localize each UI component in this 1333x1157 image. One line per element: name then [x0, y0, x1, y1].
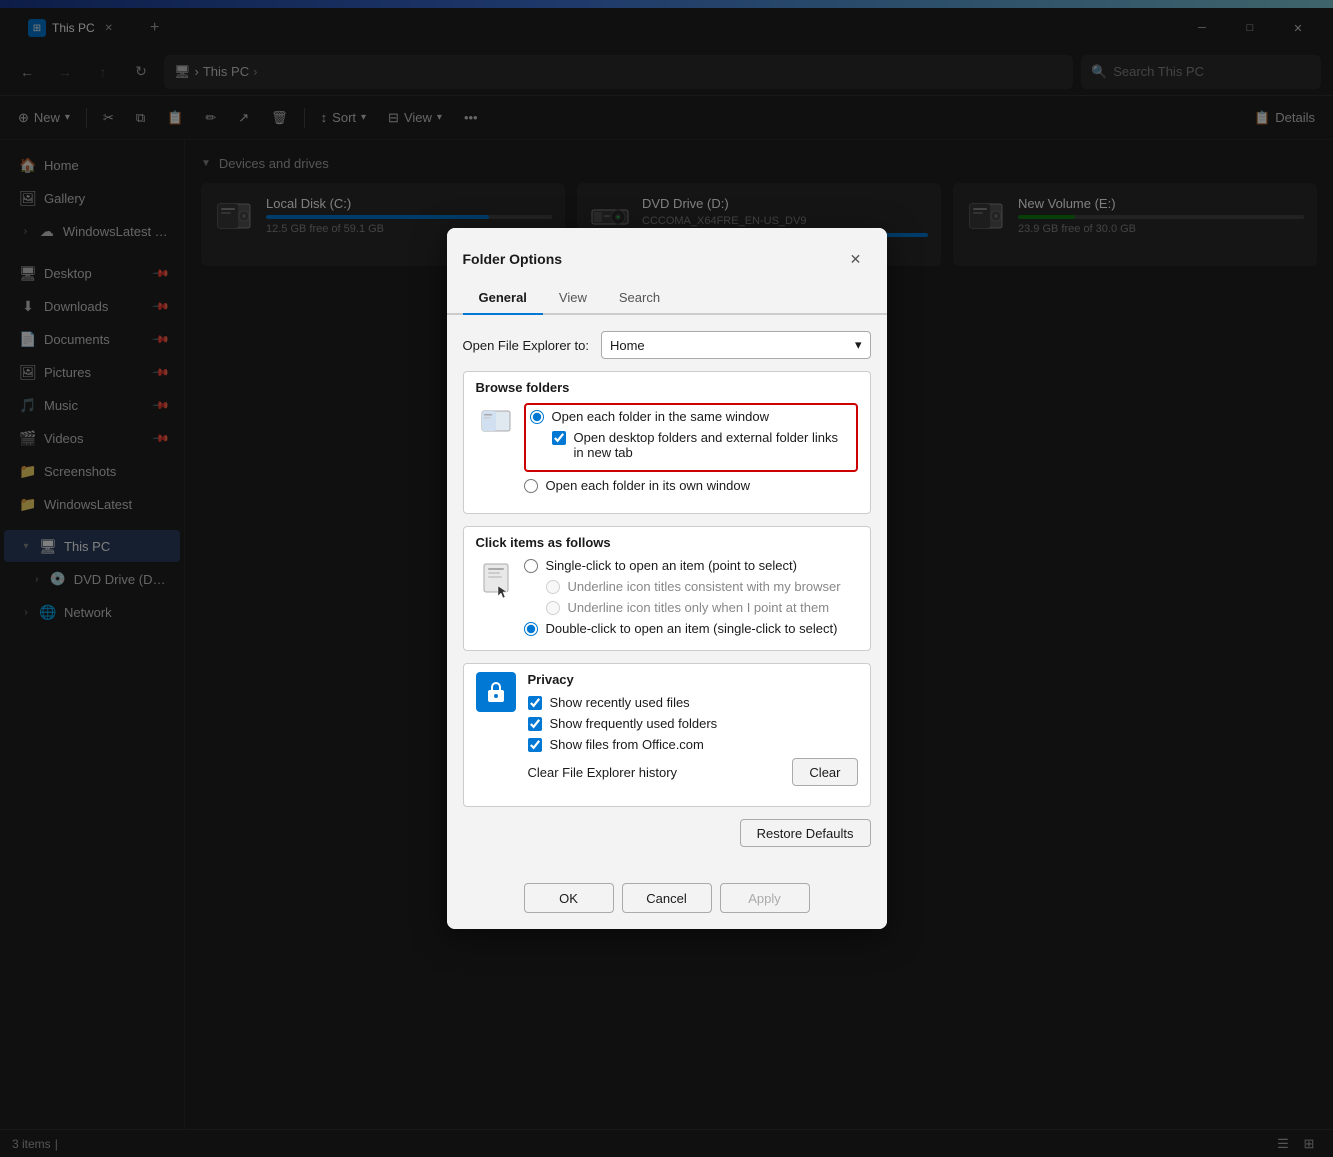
privacy-content: Privacy Show recently used files Show fr… [528, 672, 858, 798]
browse-option1-label: Open each folder in the same window [552, 409, 770, 424]
click-option1-sub2-row: Underline icon titles only when I point … [524, 600, 858, 615]
privacy-title: Privacy [528, 672, 858, 687]
clear-button[interactable]: Clear [792, 758, 857, 786]
underline-browser-label: Underline icon titles consistent with my… [568, 579, 841, 594]
click-option2-radio[interactable] [524, 622, 538, 636]
show-office-label: Show files from Office.com [550, 737, 704, 752]
modal-overlay: Folder Options ✕ General View Search Ope… [0, 0, 1333, 1157]
browse-folders-title: Browse folders [476, 380, 858, 395]
select-value: Home [610, 338, 645, 353]
click-option2-label: Double-click to open an item (single-cli… [546, 621, 838, 636]
dialog-tabs: General View Search [447, 282, 887, 315]
dialog-title-bar: Folder Options ✕ [447, 228, 887, 274]
show-frequent-label: Show frequently used folders [550, 716, 718, 731]
dialog-footer: OK Cancel Apply [447, 875, 887, 929]
restore-defaults-row: Restore Defaults [463, 819, 871, 847]
underline-point-label: Underline icon titles only when I point … [568, 600, 830, 615]
browse-option1-sub-row: Open desktop folders and external folder… [530, 430, 852, 460]
apply-button[interactable]: Apply [720, 883, 810, 913]
show-recent-row: Show recently used files [528, 695, 858, 710]
tab-general[interactable]: General [463, 282, 543, 315]
dialog-body: Open File Explorer to: Home ▾ Browse fol… [447, 315, 887, 875]
click-option1-radio[interactable] [524, 559, 538, 573]
click-option1-row: Single-click to open an item (point to s… [524, 558, 858, 573]
open-file-explorer-row: Open File Explorer to: Home ▾ [463, 331, 871, 359]
browse-option1-highlight: Open each folder in the same window Open… [524, 403, 858, 472]
show-frequent-checkbox[interactable] [528, 717, 542, 731]
click-option1-label: Single-click to open an item (point to s… [546, 558, 797, 573]
click-items-section: Click items as follows [463, 526, 871, 651]
dialog-title: Folder Options [463, 251, 563, 267]
browse-option1-row: Open each folder in the same window [530, 409, 852, 424]
show-recent-checkbox[interactable] [528, 696, 542, 710]
open-desktop-folders-checkbox[interactable] [552, 431, 566, 445]
restore-defaults-button[interactable]: Restore Defaults [740, 819, 871, 847]
browse-option2-radio[interactable] [524, 479, 538, 493]
cancel-button[interactable]: Cancel [622, 883, 712, 913]
select-chevron: ▾ [855, 337, 862, 353]
folder-options-dialog: Folder Options ✕ General View Search Ope… [447, 228, 887, 929]
show-recent-label: Show recently used files [550, 695, 690, 710]
underline-browser-radio[interactable] [546, 580, 560, 594]
privacy-icon [476, 672, 516, 712]
privacy-section: Privacy Show recently used files Show fr… [463, 663, 871, 807]
browse-option2-row: Open each folder in its own window [524, 478, 858, 493]
open-desktop-folders-label: Open desktop folders and external folder… [574, 430, 852, 460]
clear-history-label: Clear File Explorer history [528, 765, 678, 780]
dialog-close-button[interactable]: ✕ [841, 244, 871, 274]
browse-folders-section: Browse folders [463, 371, 871, 514]
show-office-row: Show files from Office.com [528, 737, 858, 752]
click-items-title: Click items as follows [476, 535, 858, 550]
click-option1-sub1-row: Underline icon titles consistent with my… [524, 579, 858, 594]
open-file-explorer-select[interactable]: Home ▾ [601, 331, 871, 359]
browse-option2-label: Open each folder in its own window [546, 478, 751, 493]
click-option2-row: Double-click to open an item (single-cli… [524, 621, 858, 636]
tab-search[interactable]: Search [603, 282, 676, 315]
show-office-checkbox[interactable] [528, 738, 542, 752]
browse-option1-radio[interactable] [530, 410, 544, 424]
show-frequent-row: Show frequently used folders [528, 716, 858, 731]
clear-history-row: Clear File Explorer history Clear [528, 758, 858, 786]
open-file-explorer-label: Open File Explorer to: [463, 338, 589, 353]
tab-view[interactable]: View [543, 282, 603, 315]
underline-point-radio[interactable] [546, 601, 560, 615]
ok-button[interactable]: OK [524, 883, 614, 913]
